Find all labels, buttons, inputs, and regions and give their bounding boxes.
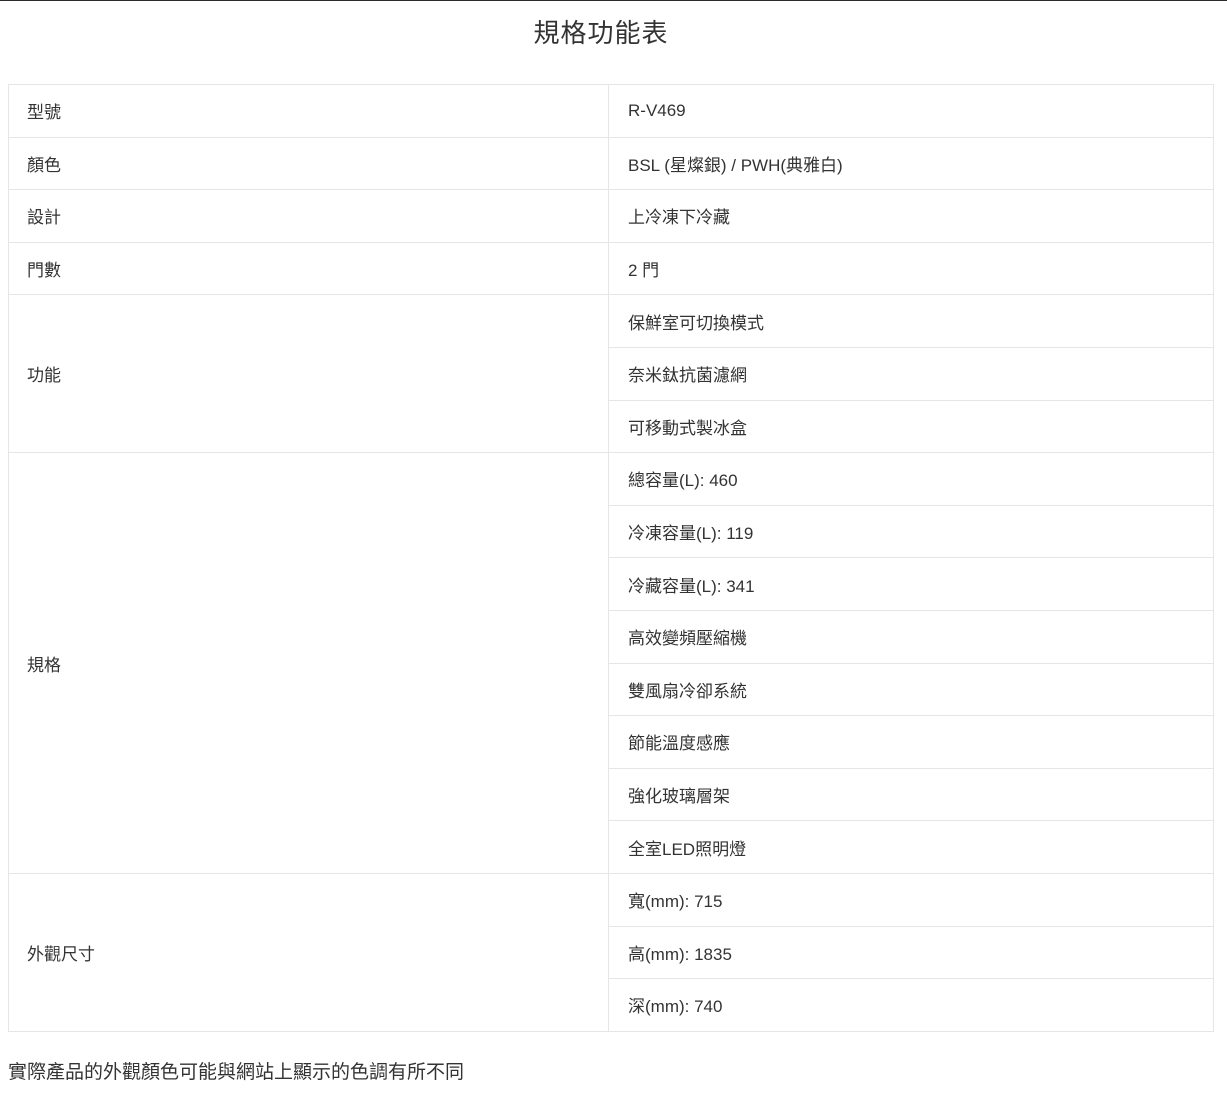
spec-value: 奈米鈦抗菌濾網 [608, 346, 1214, 401]
table-row: 規格 總容量(L): 460 [8, 452, 1214, 874]
spec-label: 設計 [8, 189, 609, 243]
spec-value: 高(mm): 1835 [608, 925, 1214, 980]
spec-value: 強化玻璃層架 [608, 767, 1214, 822]
spec-table: 型號 R-V469 顏色 BSL (星燦銀) / PWH(典雅白) 設計 上冷凍下冷藏 門數… [8, 84, 1214, 1032]
spec-value: 總容量(L): 460 [608, 452, 1214, 506]
table-row: 設計 上冷凍下冷藏 [8, 189, 1214, 243]
spec-value: 2 門 [608, 241, 1214, 296]
spec-label: 外觀尺寸 [8, 872, 609, 1032]
page-title: 規格功能表 [533, 18, 669, 48]
spec-value: 深(mm): 740 [608, 978, 1214, 1032]
spec-value: 冷藏容量(L): 341 [608, 557, 1214, 611]
table-row: 外觀尺寸 寬(mm): 715 [8, 872, 1214, 1032]
spec-label: 規格 [8, 452, 609, 874]
spec-value: 全室LED照明燈 [608, 820, 1214, 874]
table-row: 顏色 BSL (星燦銀) / PWH(典雅白) [8, 136, 1214, 191]
disclaimer-note: 實際產品的外觀顏色可能與網站上顯示的色調有所不同 [8, 1062, 465, 1083]
spec-value: 上冷凍下冷藏 [608, 189, 1214, 243]
spec-label: 功能 [8, 294, 609, 454]
table-row: 門數 2 門 [8, 241, 1214, 296]
spec-value: 高效變頻壓縮機 [608, 609, 1214, 664]
spec-value: 可移動式製冰盒 [608, 399, 1214, 454]
spec-value: BSL (星燦銀) / PWH(典雅白) [608, 136, 1214, 191]
spec-value: 冷凍容量(L): 119 [608, 504, 1214, 559]
spec-value: 節能溫度感應 [608, 715, 1214, 769]
spec-value: 保鮮室可切換模式 [608, 294, 1214, 348]
spec-value: 雙風扇冷卻系統 [608, 662, 1214, 717]
spec-value: R-V469 [608, 84, 1214, 138]
spec-label: 型號 [8, 84, 609, 138]
spec-label: 門數 [8, 241, 609, 296]
table-row: 功能 保鮮室可切換模式 [8, 294, 1214, 454]
spec-value: 寬(mm): 715 [608, 872, 1214, 927]
spec-label: 顏色 [8, 136, 609, 191]
table-row: 型號 R-V469 [8, 84, 1214, 138]
spec-table-body: 型號 R-V469 顏色 BSL (星燦銀) / PWH(典雅白) 設計 上冷凍下冷藏 門數… [8, 84, 1214, 1032]
